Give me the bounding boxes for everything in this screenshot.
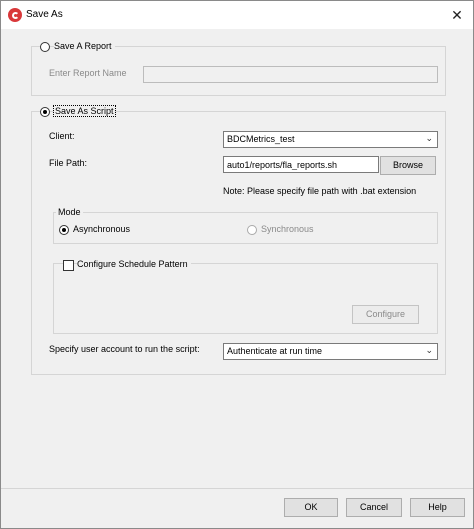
- chevron-down-icon: ⌄: [425, 345, 433, 355]
- file-path-input[interactable]: [223, 156, 379, 173]
- account-label: Specify user account to run the script:: [49, 344, 200, 354]
- close-button[interactable]: ✕: [441, 1, 473, 29]
- report-name-input[interactable]: [143, 66, 438, 83]
- save-as-dialog: Save As ✕ Save A Report Enter Report Nam…: [0, 0, 474, 529]
- configure-button[interactable]: Configure: [352, 305, 419, 324]
- save-report-radio[interactable]: [40, 42, 50, 52]
- browse-button[interactable]: Browse: [380, 156, 436, 175]
- sync-label[interactable]: Synchronous: [261, 224, 314, 234]
- client-select-value: BDCMetrics_test: [227, 134, 295, 144]
- cancel-button[interactable]: Cancel: [346, 498, 402, 517]
- account-select[interactable]: Authenticate at run time ⌄: [223, 343, 438, 360]
- sync-radio[interactable]: [247, 225, 257, 235]
- account-select-value: Authenticate at run time: [227, 346, 323, 356]
- help-button[interactable]: Help: [410, 498, 465, 517]
- save-script-label[interactable]: Save As Script: [53, 105, 116, 117]
- async-label[interactable]: Asynchronous: [73, 224, 130, 234]
- app-logo-icon: [8, 8, 22, 22]
- schedule-checkbox-label[interactable]: Configure Schedule Pattern: [77, 259, 191, 269]
- window-title: Save As: [26, 9, 63, 20]
- ok-button[interactable]: OK: [284, 498, 338, 517]
- chevron-down-icon: ⌄: [425, 133, 433, 143]
- client-label: Client:: [49, 131, 75, 141]
- mode-label: Mode: [56, 207, 83, 217]
- schedule-checkbox[interactable]: [63, 260, 74, 271]
- report-name-label: Enter Report Name: [49, 68, 127, 78]
- extension-note: Note: Please specify file path with .bat…: [223, 186, 417, 196]
- async-radio[interactable]: [59, 225, 69, 235]
- save-report-label[interactable]: Save A Report: [54, 41, 115, 51]
- client-select[interactable]: BDCMetrics_test ⌄: [223, 131, 438, 148]
- file-path-label: File Path:: [49, 158, 88, 168]
- save-script-radio[interactable]: [40, 107, 50, 117]
- footer-divider: [1, 488, 473, 489]
- title-bar: Save As ✕: [1, 1, 473, 29]
